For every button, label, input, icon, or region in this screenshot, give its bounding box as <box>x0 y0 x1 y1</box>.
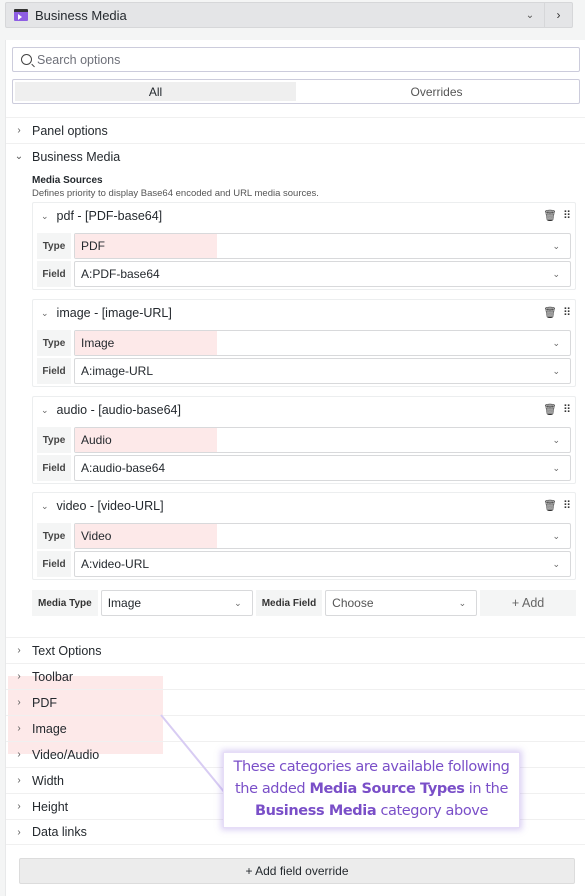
callout-line: These categories are available following <box>233 759 510 775</box>
callout-line: Business Media category above <box>254 803 488 819</box>
callout-line: the added Media Source Types in the <box>235 781 508 797</box>
annotation-callout: These categories are available following… <box>223 752 520 828</box>
